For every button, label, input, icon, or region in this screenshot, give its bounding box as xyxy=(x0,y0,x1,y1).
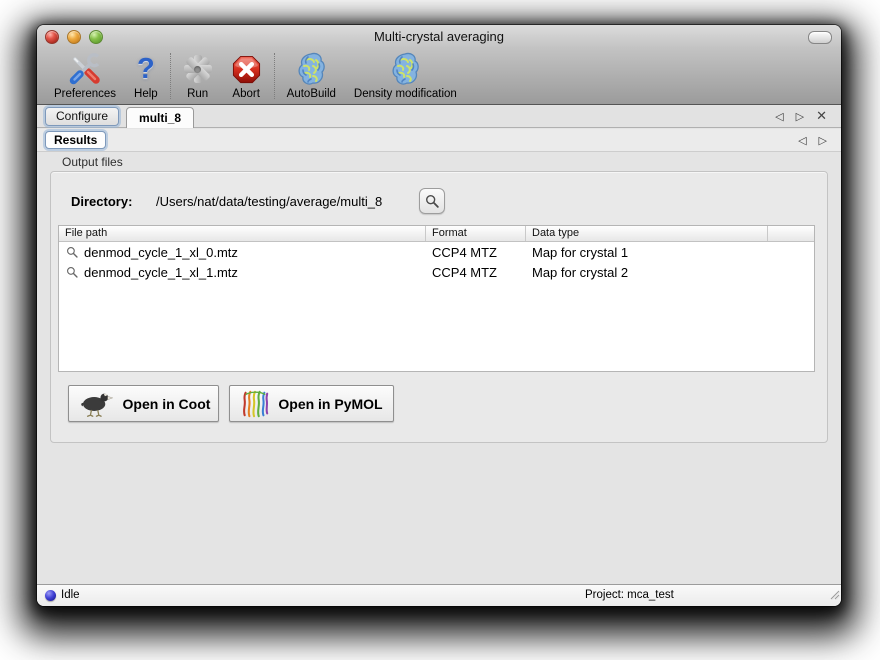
output-files-table[interactable]: File path Format Data type denmod_cycle_… xyxy=(58,225,815,372)
abort-icon xyxy=(231,51,262,87)
help-button[interactable]: ? Help xyxy=(125,48,167,104)
table-row[interactable]: denmod_cycle_1_xl_0.mtz CCP4 MTZ Map for… xyxy=(59,242,814,262)
col-format[interactable]: Format xyxy=(426,226,526,241)
tab-scroll-right-icon[interactable]: ▷ xyxy=(796,111,804,122)
file-format: CCP4 MTZ xyxy=(426,265,526,280)
directory-row: Directory: /Users/nat/data/testing/avera… xyxy=(51,190,827,216)
open-in-pymol-label: Open in PyMOL xyxy=(278,396,382,412)
density-modification-button[interactable]: Density modification xyxy=(345,48,466,104)
status-text: Idle xyxy=(61,589,80,601)
autobuild-button[interactable]: AutoBuild xyxy=(278,48,345,104)
density-modification-icon xyxy=(389,51,421,87)
window-title: Multi-crystal averaging xyxy=(37,29,841,44)
tab-close-icon[interactable]: ✕ xyxy=(816,110,827,123)
file-data-type: Map for crystal 2 xyxy=(526,265,768,280)
resize-grip[interactable] xyxy=(827,587,840,605)
run-button[interactable]: Run xyxy=(174,48,222,104)
table-row[interactable]: denmod_cycle_1_xl_1.mtz CCP4 MTZ Map for… xyxy=(59,262,814,282)
toolbar-toggle-button[interactable] xyxy=(808,31,832,44)
directory-value: /Users/nat/data/testing/average/multi_8 xyxy=(156,194,382,209)
results-tab-bar: Results ◁ ▷ xyxy=(37,129,841,152)
file-name: denmod_cycle_1_xl_0.mtz xyxy=(84,245,238,260)
coot-bird-icon xyxy=(77,391,115,417)
toolbar-separator xyxy=(274,53,275,99)
magnifier-icon xyxy=(425,194,440,209)
help-icon: ? xyxy=(137,51,155,87)
col-file-path[interactable]: File path xyxy=(59,226,426,241)
open-in-coot-button[interactable]: Open in Coot xyxy=(68,385,219,422)
tab-scroll-left-icon[interactable]: ◁ xyxy=(775,111,783,122)
run-label: Run xyxy=(187,88,208,100)
output-files-label: Output files xyxy=(62,155,123,169)
preferences-icon xyxy=(68,51,102,87)
file-name: denmod_cycle_1_xl_1.mtz xyxy=(84,265,238,280)
tab-multi-8[interactable]: multi_8 xyxy=(126,107,194,128)
autobuild-label: AutoBuild xyxy=(287,88,336,100)
screenshot-stage: Multi-crystal averaging xyxy=(0,0,880,660)
notebook-tab-bar: Configure multi_8 ◁ ▷ ✕ xyxy=(37,106,841,128)
magnifier-icon xyxy=(66,266,79,279)
toolbar-separator xyxy=(170,53,171,99)
open-in-pymol-button[interactable]: Open in PyMOL xyxy=(229,385,394,422)
abort-button[interactable]: Abort xyxy=(222,48,271,104)
browse-directory-button[interactable] xyxy=(419,188,445,214)
tab-results[interactable]: Results xyxy=(45,131,106,149)
preferences-label: Preferences xyxy=(54,88,116,100)
results-scroll-left-icon[interactable]: ◁ xyxy=(798,135,806,146)
file-format: CCP4 MTZ xyxy=(426,245,526,260)
tab-nav-controls: ◁ ▷ ✕ xyxy=(775,110,841,123)
toolbar: Preferences ? Help Run xyxy=(37,48,841,105)
help-label: Help xyxy=(134,88,158,100)
status-indicator-icon xyxy=(45,590,56,601)
action-buttons-row: Open in Coot xyxy=(51,385,827,425)
project-label: Project: mca_test xyxy=(585,589,674,601)
autobuild-icon xyxy=(295,51,327,87)
status-bar: Idle Project: mca_test xyxy=(37,584,841,606)
output-files-groupbox: Directory: /Users/nat/data/testing/avera… xyxy=(50,171,828,443)
col-data-type[interactable]: Data type xyxy=(526,226,768,241)
results-nav-controls: ◁ ▷ xyxy=(798,135,841,146)
density-modification-label: Density modification xyxy=(354,88,457,100)
tab-configure[interactable]: Configure xyxy=(45,107,119,126)
preferences-button[interactable]: Preferences xyxy=(45,48,125,104)
abort-label: Abort xyxy=(232,88,260,100)
titlebar[interactable]: Multi-crystal averaging xyxy=(37,25,841,48)
directory-label: Directory: xyxy=(71,194,132,209)
magnifier-icon xyxy=(66,246,79,259)
app-window: Multi-crystal averaging xyxy=(37,25,841,606)
run-gear-icon xyxy=(183,51,213,87)
col-empty xyxy=(768,226,814,241)
results-panel: Output files Directory: /Users/nat/data/… xyxy=(37,152,841,585)
file-data-type: Map for crystal 1 xyxy=(526,245,768,260)
pymol-ribbon-icon xyxy=(240,389,270,419)
results-scroll-right-icon[interactable]: ▷ xyxy=(819,135,827,146)
open-in-coot-label: Open in Coot xyxy=(123,396,211,412)
table-header: File path Format Data type xyxy=(59,226,814,242)
